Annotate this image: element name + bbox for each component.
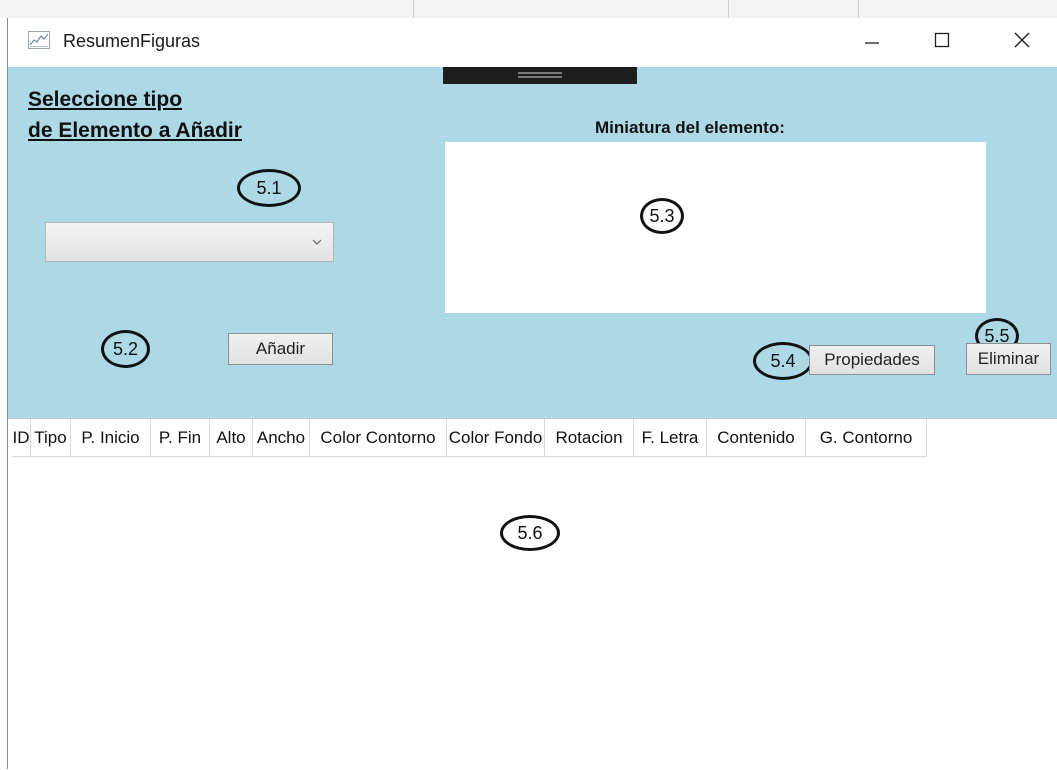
grid-header: ID Tipo P. Inicio P. Fin Alto Ancho Colo…: [12, 419, 927, 457]
grip-line: [518, 72, 562, 74]
element-preview: 5.3: [445, 142, 986, 313]
column-header[interactable]: G. Contorno: [806, 419, 927, 456]
element-panel: Seleccione tipo de Elemento a Añadir 5.1…: [8, 67, 1057, 418]
delete-button[interactable]: Eliminar: [966, 343, 1051, 375]
column-header[interactable]: Ancho: [253, 419, 310, 456]
resize-grip[interactable]: [443, 67, 637, 84]
title-bar[interactable]: ResumenFiguras: [8, 18, 1057, 67]
minimize-icon: [863, 31, 881, 54]
element-type-select[interactable]: [45, 222, 334, 262]
column-header[interactable]: Contenido: [707, 419, 806, 456]
chevron-down-icon: [311, 235, 323, 253]
properties-button[interactable]: Propiedades: [809, 345, 935, 375]
column-header[interactable]: P. Inicio: [71, 419, 151, 456]
annotation-marker: 5.3: [640, 198, 684, 234]
column-header[interactable]: P. Fin: [151, 419, 210, 456]
minimize-button[interactable]: [843, 18, 901, 67]
annotation-marker: 5.2: [101, 330, 150, 368]
app-chart-icon: [28, 31, 50, 49]
column-header[interactable]: ID: [12, 419, 31, 456]
annotation-marker: 5.4: [753, 342, 813, 380]
grip-line: [518, 76, 562, 78]
background-tab: [728, 0, 859, 18]
element-type-heading: Seleccione tipo de Elemento a Añadir: [28, 84, 242, 146]
add-button[interactable]: Añadir: [228, 333, 333, 365]
column-header[interactable]: Rotacion: [545, 419, 634, 456]
background-tab: [245, 0, 414, 18]
column-header[interactable]: Color Contorno: [310, 419, 447, 456]
column-header[interactable]: Tipo: [31, 419, 71, 456]
annotation-marker: 5.6: [500, 515, 560, 551]
window-title: ResumenFiguras: [63, 31, 201, 51]
resumen-figuras-window: ResumenFiguras Seleccione tipo de Elemen…: [7, 18, 1057, 770]
background-strip: [0, 0, 1057, 18]
column-header[interactable]: F. Letra: [634, 419, 707, 456]
column-header[interactable]: Alto: [210, 419, 253, 456]
close-button[interactable]: [993, 18, 1051, 67]
heading-line: Seleccione tipo: [28, 88, 183, 111]
column-header[interactable]: Color Fondo: [447, 419, 545, 456]
background-tab: [413, 0, 729, 18]
annotation-marker: 5.1: [237, 169, 301, 207]
maximize-icon: [933, 31, 951, 54]
elements-grid[interactable]: ID Tipo P. Inicio P. Fin Alto Ancho Colo…: [8, 418, 1057, 770]
maximize-button[interactable]: [913, 18, 971, 67]
close-icon: [1013, 31, 1031, 54]
heading-line: de Elemento a Añadir: [28, 119, 242, 142]
preview-label: Miniatura del elemento:: [595, 118, 785, 137]
